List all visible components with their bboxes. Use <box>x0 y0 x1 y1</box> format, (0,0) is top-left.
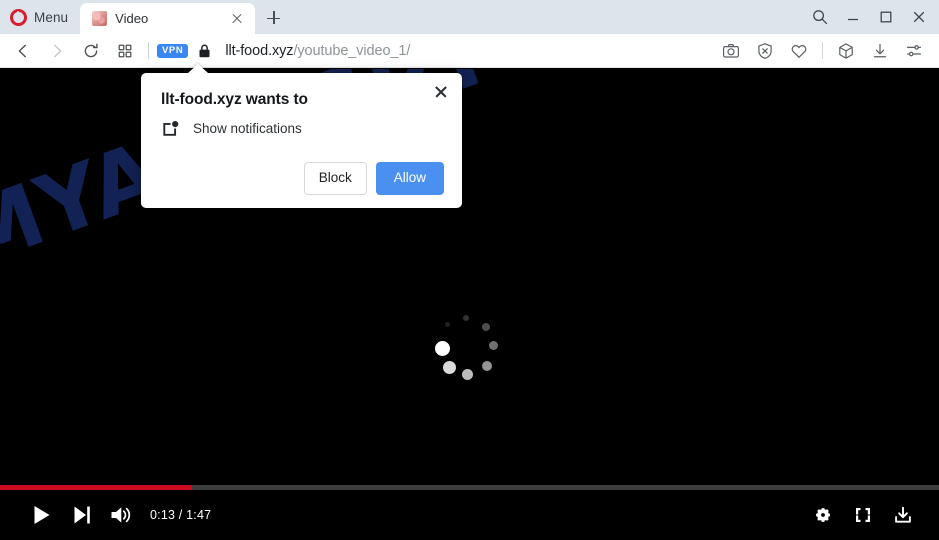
dialog-pointer <box>188 64 208 73</box>
maximize-icon[interactable] <box>869 0 902 34</box>
fullscreen-icon[interactable] <box>843 495 883 535</box>
close-icon[interactable] <box>902 0 935 34</box>
allow-button[interactable]: Allow <box>375 162 444 195</box>
next-video-button[interactable] <box>62 495 102 535</box>
forward-arrow-icon[interactable] <box>40 36 74 66</box>
heart-icon[interactable] <box>782 36 816 66</box>
video-controls-bar: 0:13 / 1:47 <box>0 490 939 540</box>
browser-toolbar: VPN llt-food.xyz/youtube_video_1/ <box>0 34 939 68</box>
search-icon[interactable] <box>803 0 836 34</box>
opera-menu-button[interactable]: Menu <box>0 0 80 34</box>
menu-button-label: Menu <box>34 9 69 25</box>
url-domain: llt-food.xyz <box>225 42 294 59</box>
extensions-cube-icon[interactable] <box>829 36 863 66</box>
minimize-icon[interactable] <box>836 0 869 34</box>
toolbar-divider-2 <box>822 42 823 59</box>
dialog-title: llt-food.xyz wants to <box>161 91 308 108</box>
tab-title: Video <box>115 11 149 26</box>
back-arrow-icon[interactable] <box>6 36 40 66</box>
notification-permission-dialog: llt-food.xyz wants to Show notifications… <box>141 64 462 208</box>
url-text: llt-food.xyz/youtube_video_1/ <box>225 43 410 59</box>
toolbar-right-icons <box>714 36 931 66</box>
time-display: 0:13 / 1:47 <box>150 508 212 522</box>
notification-popup-icon <box>161 119 180 138</box>
play-button[interactable] <box>22 495 62 535</box>
tab-close-icon[interactable] <box>227 9 247 29</box>
ad-blocker-shield-icon[interactable] <box>748 36 782 66</box>
tab-strip: Menu Video <box>0 0 939 34</box>
opera-logo-icon <box>10 8 27 26</box>
vpn-badge[interactable]: VPN <box>157 43 189 58</box>
address-bar[interactable]: VPN llt-food.xyz/youtube_video_1/ <box>155 36 714 66</box>
dialog-actions: Block Allow <box>161 162 444 195</box>
downloads-icon[interactable] <box>863 36 897 66</box>
permission-reason: Show notifications <box>193 121 302 136</box>
grid-icon[interactable] <box>108 36 142 66</box>
url-path: /youtube_video_1/ <box>293 42 411 59</box>
settings-gear-icon[interactable] <box>803 495 843 535</box>
loading-spinner <box>435 309 515 389</box>
easy-setup-sliders-icon[interactable] <box>897 36 931 66</box>
close-icon[interactable] <box>429 80 453 104</box>
browser-window: Menu Video VPN llt-food.xyz/youtube_vide… <box>0 0 939 540</box>
reload-icon[interactable] <box>74 36 108 66</box>
volume-button[interactable] <box>102 495 142 535</box>
snapshot-icon[interactable] <box>714 36 748 66</box>
block-button[interactable]: Block <box>303 162 367 195</box>
permission-request-row: Show notifications <box>161 119 444 138</box>
video-favicon-icon <box>92 11 108 26</box>
tab-video[interactable]: Video <box>80 3 256 34</box>
new-tab-button[interactable] <box>259 3 287 34</box>
toolbar-divider <box>148 42 149 59</box>
download-video-icon[interactable] <box>883 495 923 535</box>
padlock-icon[interactable] <box>197 43 212 59</box>
window-controls <box>803 0 939 34</box>
